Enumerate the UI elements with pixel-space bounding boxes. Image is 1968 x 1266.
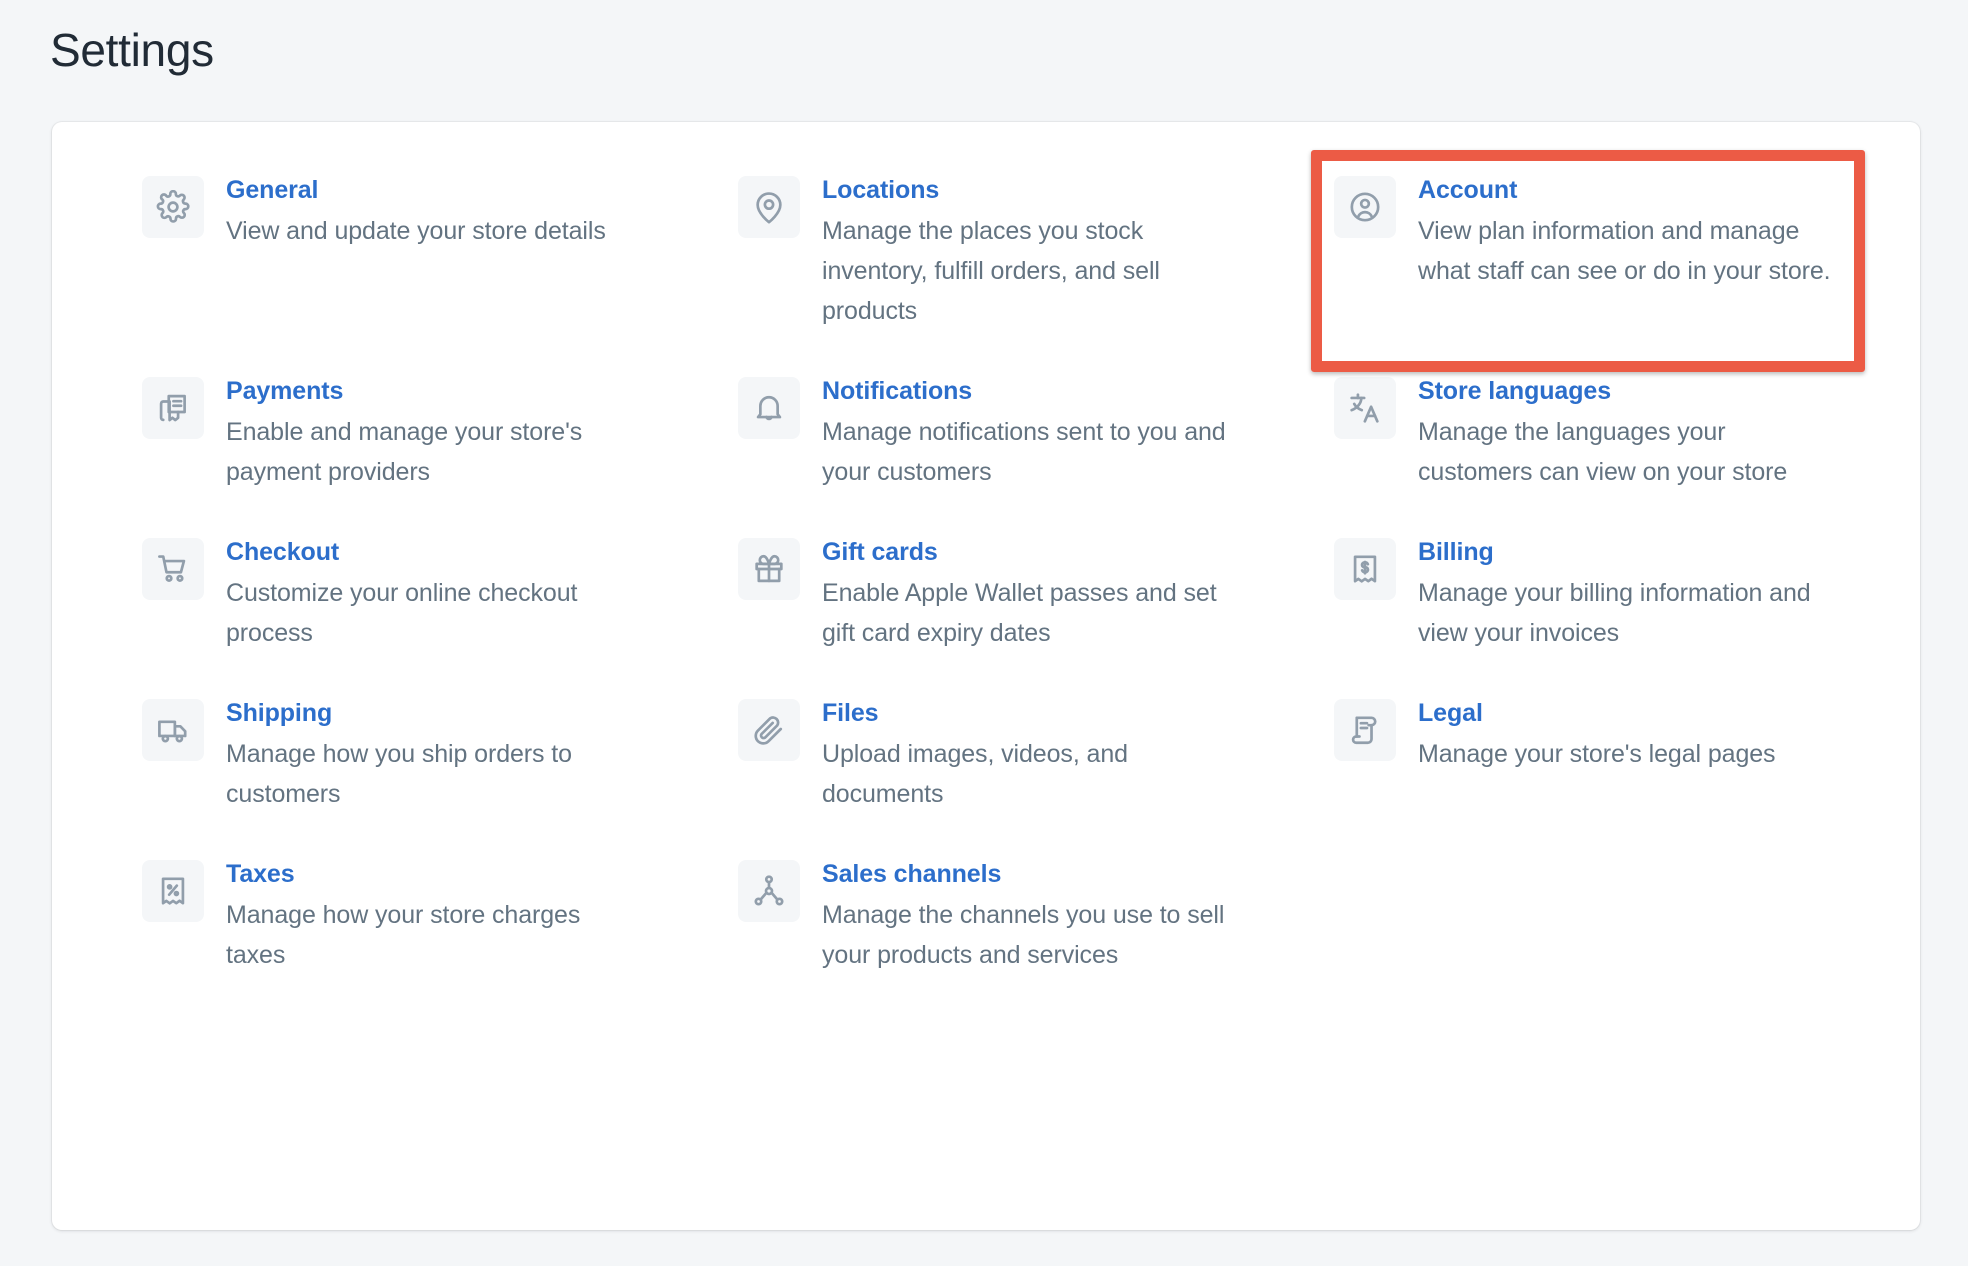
settings-item-link[interactable]: Legal: [1418, 697, 1850, 729]
settings-item-description: Manage how you ship orders to customers: [226, 740, 572, 808]
settings-item-description: Manage your billing information and view…: [1418, 579, 1811, 647]
settings-item-gift-cards[interactable]: Gift cards Enable Apple Wallet passes and…: [688, 536, 1284, 697]
settings-item-link[interactable]: Files: [822, 697, 1254, 729]
settings-item-text: Store languages Manage the languages your…: [1418, 375, 1850, 492]
settings-item-text: Payments Enable and manage your store's p…: [226, 375, 658, 492]
settings-item-text: Taxes Manage how your store charges taxes: [226, 858, 658, 975]
settings-item-link[interactable]: Sales channels: [822, 858, 1254, 890]
receipt-percent-icon: [142, 860, 204, 922]
settings-item-link[interactable]: Payments: [226, 375, 658, 407]
settings-item-text: Files Upload images, videos, and document…: [822, 697, 1254, 814]
settings-item-checkout[interactable]: Checkout Customize your online checkout p…: [92, 536, 688, 697]
settings-item-taxes[interactable]: Taxes Manage how your store charges taxes: [92, 858, 688, 1019]
settings-item-account[interactable]: Account View plan information and manage …: [1284, 174, 1880, 375]
legal-scroll-icon: [1334, 699, 1396, 761]
settings-item-description: Manage the places you stock inventory, f…: [822, 217, 1160, 325]
settings-page: Settings General View and update your sto…: [0, 0, 1968, 1266]
settings-item-link[interactable]: Account: [1418, 174, 1850, 206]
settings-item-text: Account View plan information and manage …: [1418, 174, 1850, 291]
settings-item-link[interactable]: Checkout: [226, 536, 658, 568]
settings-item-description: Manage notifications sent to you and you…: [822, 418, 1226, 486]
settings-item-text: Gift cards Enable Apple Wallet passes and…: [822, 536, 1254, 653]
payments-cards-icon: [142, 377, 204, 439]
settings-item-text: Legal Manage your store's legal pages: [1418, 697, 1850, 774]
settings-item-description: Manage how your store charges taxes: [226, 901, 581, 969]
settings-item-description: Manage the channels you use to sell your…: [822, 901, 1225, 969]
settings-item-files[interactable]: Files Upload images, videos, and document…: [688, 697, 1284, 858]
settings-item-text: Checkout Customize your online checkout p…: [226, 536, 658, 653]
settings-item-description: Enable Apple Wallet passes and set gift …: [822, 579, 1217, 647]
sales-channels-network-icon: [738, 860, 800, 922]
settings-item-text: Billing Manage your billing information a…: [1418, 536, 1850, 653]
settings-item-link[interactable]: Gift cards: [822, 536, 1254, 568]
settings-item-link[interactable]: Notifications: [822, 375, 1254, 407]
settings-item-text: General View and update your store detail…: [226, 174, 658, 251]
location-pin-icon: [738, 176, 800, 238]
settings-item-description: Manage your store's legal pages: [1418, 740, 1776, 768]
translate-icon: [1334, 377, 1396, 439]
settings-item-description: View and update your store details: [226, 217, 606, 245]
settings-item-description: Enable and manage your store's payment p…: [226, 418, 583, 486]
gear-icon: [142, 176, 204, 238]
settings-item-description: Manage the languages your customers can …: [1418, 418, 1788, 486]
settings-item-text: Shipping Manage how you ship orders to cu…: [226, 697, 658, 814]
account-avatar-icon: [1334, 176, 1396, 238]
settings-item-text: Sales channels Manage the channels you us…: [822, 858, 1254, 975]
settings-grid: General View and update your store detail…: [52, 122, 1920, 1059]
settings-item-link[interactable]: Taxes: [226, 858, 658, 890]
settings-item-text: Notifications Manage notifications sent t…: [822, 375, 1254, 492]
settings-item-link[interactable]: Locations: [822, 174, 1254, 206]
settings-item-general[interactable]: General View and update your store detail…: [92, 174, 688, 375]
settings-item-notifications[interactable]: Notifications Manage notifications sent t…: [688, 375, 1284, 536]
delivery-truck-icon: [142, 699, 204, 761]
settings-item-store-languages[interactable]: Store languages Manage the languages your…: [1284, 375, 1880, 536]
settings-item-description: View plan information and manage what st…: [1418, 217, 1831, 285]
settings-item-billing[interactable]: Billing Manage your billing information a…: [1284, 536, 1880, 697]
settings-item-link[interactable]: Store languages: [1418, 375, 1850, 407]
paperclip-icon: [738, 699, 800, 761]
settings-item-link[interactable]: General: [226, 174, 658, 206]
settings-item-locations[interactable]: Locations Manage the places you stock inv…: [688, 174, 1284, 375]
page-title: Settings: [50, 24, 214, 76]
settings-item-sales-channels[interactable]: Sales channels Manage the channels you us…: [688, 858, 1284, 1019]
gift-box-icon: [738, 538, 800, 600]
settings-item-shipping[interactable]: Shipping Manage how you ship orders to cu…: [92, 697, 688, 858]
settings-item-description: Customize your online checkout process: [226, 579, 578, 647]
settings-item-description: Upload images, videos, and documents: [822, 740, 1128, 808]
receipt-dollar-icon: [1334, 538, 1396, 600]
settings-item-legal[interactable]: Legal Manage your store's legal pages: [1284, 697, 1880, 858]
settings-item-link[interactable]: Shipping: [226, 697, 658, 729]
settings-item-payments[interactable]: Payments Enable and manage your store's p…: [92, 375, 688, 536]
settings-card: General View and update your store detail…: [52, 122, 1920, 1230]
bell-icon: [738, 377, 800, 439]
shopping-cart-icon: [142, 538, 204, 600]
settings-item-link[interactable]: Billing: [1418, 536, 1850, 568]
settings-item-text: Locations Manage the places you stock inv…: [822, 174, 1254, 331]
